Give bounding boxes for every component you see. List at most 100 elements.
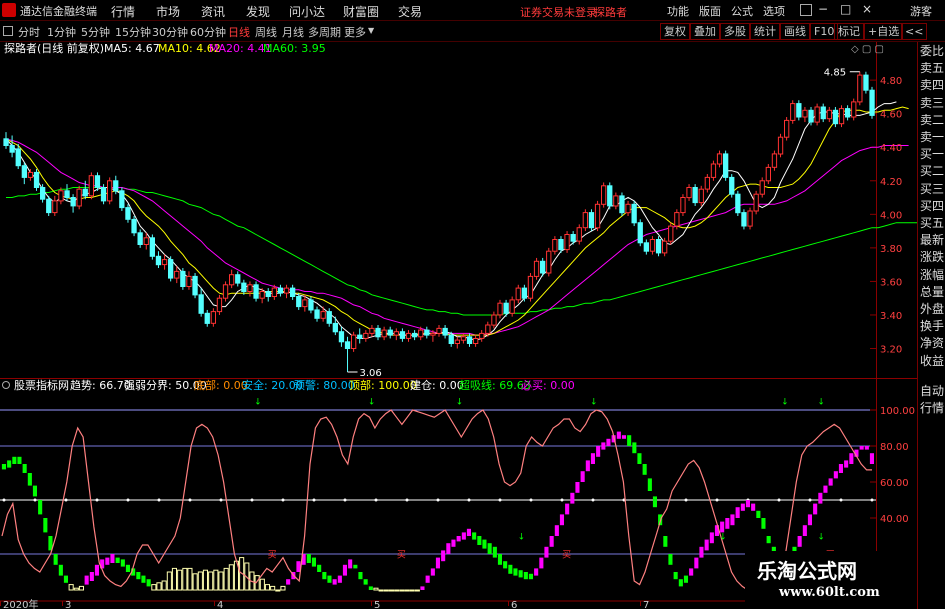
- stats-button[interactable]: 统计: [750, 23, 780, 40]
- candle-up: [302, 299, 308, 308]
- candle-down: [448, 334, 454, 345]
- y-tick-label: 3.20: [880, 345, 902, 356]
- period-more[interactable]: 更多: [344, 24, 366, 40]
- midline-dot: [157, 498, 161, 502]
- candle-up: [479, 332, 485, 339]
- x-tick-label: 3: [65, 600, 71, 609]
- y-tick-label: 4.60: [880, 110, 902, 121]
- legend-warning: 预警: 80.00: [294, 378, 355, 392]
- sidebar-label: 买一: [920, 147, 945, 162]
- indicator-bar-magenta: [813, 503, 818, 515]
- indicator-name[interactable]: 股票指标网: [14, 378, 69, 392]
- candle-down: [119, 190, 125, 209]
- menu-formula[interactable]: 公式: [731, 3, 753, 19]
- candle-up: [405, 332, 412, 339]
- candle-up: [784, 119, 790, 138]
- period-weekly[interactable]: 周线: [255, 24, 277, 40]
- sidebar-mode-label[interactable]: 行情: [920, 401, 945, 416]
- guest-label[interactable]: 游客: [910, 3, 932, 19]
- menu-layout[interactable]: 版面: [699, 3, 721, 19]
- candle-up: [698, 188, 704, 204]
- draw-line-button[interactable]: 画线: [780, 23, 810, 40]
- period-5min[interactable]: 5分钟: [81, 24, 110, 40]
- candle-up: [174, 270, 180, 279]
- indicator-bar-hollow: [378, 589, 384, 592]
- indicator-bar-magenta: [435, 557, 440, 569]
- candlestick-chart[interactable]: 3.20 3.40 3.60 3.80 4.00 4.20 4.40 4.60 4.80 3.0…: [0, 42, 917, 378]
- sell-arrow-icon: ↓: [368, 398, 376, 408]
- candle-down: [40, 187, 46, 200]
- expand-icon[interactable]: ◇ ▢ ▢: [851, 44, 884, 55]
- down-arrow-icon: ↓: [518, 533, 526, 543]
- period-1min[interactable]: 1分钟: [47, 24, 76, 40]
- indicator-bar-green: [663, 536, 668, 547]
- candle-up: [393, 331, 400, 336]
- menu-quotes[interactable]: 行情: [111, 3, 135, 20]
- menu-news[interactable]: 资讯: [201, 3, 225, 20]
- toolbar-menu-icon[interactable]: [3, 26, 13, 36]
- indicator-bar-magenta: [807, 514, 812, 526]
- indicator-bar-magenta: [802, 525, 807, 536]
- settings-icon[interactable]: [800, 4, 812, 16]
- candle-down: [125, 207, 131, 220]
- indicator-bar-magenta: [544, 546, 549, 558]
- candle-down: [277, 287, 284, 294]
- indicator-bar-magenta: [849, 453, 854, 464]
- midline-dot: [33, 498, 37, 502]
- period-15min[interactable]: 15分钟: [115, 24, 151, 40]
- multi-stock-button[interactable]: 多股: [720, 23, 750, 40]
- candle-down: [46, 198, 52, 214]
- menu-trade[interactable]: 交易: [398, 3, 422, 20]
- sidebar-label: 买五: [920, 216, 945, 230]
- candle-up: [460, 336, 467, 341]
- indicator-bar-magenta: [332, 579, 337, 585]
- minimize-icon[interactable]: −: [818, 2, 828, 16]
- candle-down: [204, 312, 210, 324]
- candle-down: [619, 195, 625, 214]
- y-tick-label: 80.00: [880, 442, 909, 453]
- sell-arrow-icon: ↓: [456, 398, 464, 408]
- menu-options[interactable]: 选项: [763, 3, 785, 19]
- candle-down: [808, 109, 814, 123]
- menu-function[interactable]: 功能: [667, 3, 689, 19]
- overlay-button[interactable]: 叠加: [690, 23, 720, 40]
- period-daily[interactable]: 日线: [228, 24, 250, 40]
- candle-down: [729, 176, 735, 195]
- candle-down: [466, 336, 473, 344]
- indicator-bar-green: [311, 557, 316, 567]
- indicator-bar-green: [53, 554, 58, 565]
- indicator-bar-magenta: [461, 532, 466, 540]
- sidebar-label: 卖五: [920, 61, 945, 76]
- mark-button[interactable]: 标记: [834, 23, 864, 40]
- candle-down: [82, 188, 88, 197]
- candle-up: [210, 311, 216, 324]
- add-watchlist-button[interactable]: +自选: [864, 23, 904, 40]
- period-30min[interactable]: 30分钟: [152, 24, 188, 40]
- period-60min[interactable]: 60分钟: [190, 24, 226, 40]
- candle-up: [838, 108, 845, 125]
- indicator-bar-magenta: [833, 471, 838, 479]
- candle-down: [94, 175, 101, 188]
- collapse-button[interactable]: <<: [901, 23, 928, 40]
- close-icon[interactable]: ×: [862, 2, 872, 16]
- more-dropdown-icon[interactable]: ▼: [368, 26, 374, 35]
- adjust-button[interactable]: 复权: [660, 23, 690, 40]
- menu-discover[interactable]: 发现: [246, 3, 270, 20]
- indicator-bar-magenta: [745, 500, 750, 508]
- indicator-bar-magenta: [534, 568, 539, 576]
- candle-up: [851, 101, 857, 118]
- watermark: 乐淘公式网 www.60lt.com: [745, 551, 917, 609]
- maximize-icon[interactable]: □: [840, 2, 851, 16]
- candle-down: [655, 239, 662, 254]
- sidebar-mode-label[interactable]: 自动: [920, 384, 945, 399]
- candle-down: [521, 287, 528, 299]
- period-monthly[interactable]: 月线: [282, 24, 304, 40]
- period-tick[interactable]: 分时: [18, 24, 40, 40]
- login-notice[interactable]: 证券交易未登录: [520, 4, 597, 20]
- period-multi[interactable]: 多周期: [308, 24, 341, 40]
- menu-wealth[interactable]: 财富圈: [343, 3, 379, 20]
- menu-ask[interactable]: 问小达: [289, 3, 325, 20]
- midline-dot: [684, 498, 688, 502]
- indicator-bar-green: [637, 453, 642, 464]
- menu-market[interactable]: 市场: [156, 3, 180, 20]
